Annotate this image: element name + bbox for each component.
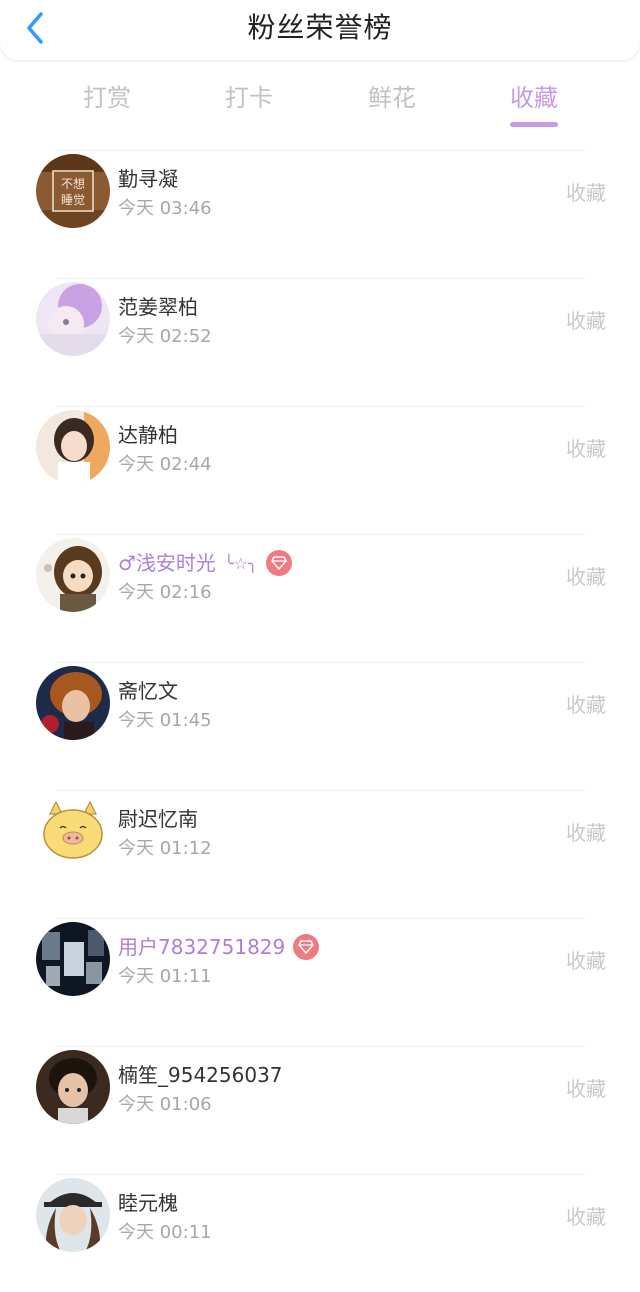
tab-checkin[interactable]: 打卡	[199, 82, 299, 114]
divider	[56, 406, 586, 407]
timestamp: 今天 01:12	[118, 838, 212, 859]
divider	[56, 278, 586, 279]
fan-name[interactable]: 范姜翠柏	[118, 292, 198, 322]
avatar[interactable]	[36, 282, 110, 356]
avatar-text: 不想	[61, 176, 85, 191]
timestamp: 今天 02:52	[118, 326, 212, 347]
active-tab-indicator	[510, 122, 558, 127]
list-item[interactable]: 范姜翠柏 今天 02:52 收藏	[0, 268, 640, 396]
list-item[interactable]: 达静柏 今天 02:44 收藏	[0, 396, 640, 524]
avatar[interactable]	[36, 1050, 110, 1124]
avatar[interactable]	[36, 666, 110, 740]
list-item[interactable]: 楠笙_954256037 今天 01:06 收藏	[0, 1036, 640, 1164]
action-label: 收藏	[566, 1077, 606, 1101]
top-bar: 粉丝荣誉榜	[0, 0, 640, 60]
list-item[interactable]: 睦元槐 今天 00:11 收藏	[0, 1164, 640, 1292]
fan-name[interactable]: 达静柏	[118, 420, 178, 450]
tab-favorites[interactable]: 收藏	[484, 82, 584, 114]
divider	[56, 1174, 586, 1175]
action-label: 收藏	[566, 1205, 606, 1229]
avatar[interactable]: 不想 睡觉	[36, 154, 110, 228]
timestamp: 今天 02:16	[118, 582, 212, 603]
fan-name[interactable]: 勤寻凝	[118, 164, 178, 194]
fan-name[interactable]: 楠笙_954256037	[118, 1060, 283, 1090]
timestamp: 今天 00:11	[118, 1222, 212, 1243]
tab-flowers[interactable]: 鲜花	[342, 82, 442, 114]
tab-reward[interactable]: 打赏	[57, 82, 157, 114]
action-label: 收藏	[566, 949, 606, 973]
action-label: 收藏	[566, 565, 606, 589]
timestamp: 今天 01:06	[118, 1094, 212, 1115]
divider	[56, 662, 586, 663]
divider	[56, 534, 586, 535]
list-item[interactable]: 尉迟忆南 今天 01:12 收藏	[0, 780, 640, 908]
divider	[56, 790, 586, 791]
list-item[interactable]: 不想 睡觉 勤寻凝 今天 03:46 收藏	[0, 140, 640, 268]
action-label: 收藏	[566, 309, 606, 333]
timestamp: 今天 03:46	[118, 198, 212, 219]
list-item[interactable]: 斋忆文 今天 01:45 收藏	[0, 652, 640, 780]
timestamp: 今天 01:11	[118, 966, 212, 987]
timestamp: 今天 01:45	[118, 710, 212, 731]
action-label: 收藏	[566, 437, 606, 461]
action-label: 收藏	[566, 821, 606, 845]
avatar[interactable]	[36, 794, 110, 868]
fan-name[interactable]: 睦元槐	[118, 1188, 178, 1218]
avatar-text: 睡觉	[61, 193, 85, 207]
avatar[interactable]	[36, 538, 110, 612]
gem-icon	[265, 550, 292, 576]
avatar[interactable]	[36, 922, 110, 996]
list-item[interactable]: ♂浅安时光 ╰☆╮ 今天 02:16 收藏	[0, 524, 640, 652]
divider	[56, 918, 586, 919]
fan-name[interactable]: 尉迟忆南	[118, 804, 198, 834]
fan-name[interactable]: 用户7832751829	[118, 932, 285, 962]
fan-name[interactable]: 斋忆文	[118, 676, 178, 706]
name-decoration: ╰☆╮	[223, 553, 258, 573]
divider	[56, 1046, 586, 1047]
fan-name[interactable]: ♂浅安时光	[118, 548, 216, 578]
page-title: 粉丝荣誉榜	[247, 11, 393, 44]
action-label: 收藏	[566, 693, 606, 717]
avatar[interactable]	[36, 1178, 110, 1252]
divider	[56, 150, 586, 151]
action-label: 收藏	[566, 181, 606, 205]
list-item[interactable]: 用户7832751829 今天 01:11 收藏	[0, 908, 640, 1036]
timestamp: 今天 02:44	[118, 454, 212, 475]
gem-icon	[293, 934, 320, 960]
avatar[interactable]	[36, 410, 110, 484]
